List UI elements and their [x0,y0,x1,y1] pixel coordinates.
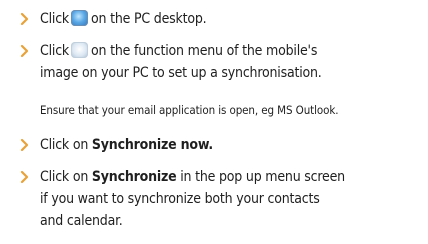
instruction-step-1: Click on the PC desktop. [20,8,420,30]
step-4-lead: Click on [40,169,89,185]
step-2-line-2: image on your PC to set up a synchronisa… [40,65,322,81]
step-4-line-3: and calendar. [40,213,123,229]
step-4-tail: in the pop up menu screen [180,169,345,185]
step-3-lead: Click on [40,137,89,153]
instruction-step-3: Click on Synchronize now. [20,134,420,156]
chevron-bullet-icon [20,44,30,62]
step-1-lead: Click [40,11,70,27]
note-text: Ensure that your email application is op… [40,103,339,117]
step-4-bold: Synchronize [91,169,177,185]
step-2-lead: Click [40,43,70,59]
step-2-tail: on the function menu of the mobile's [91,43,318,59]
instruction-step-4: Click on Synchronize in the pop up menu … [20,166,420,232]
step-4-line-2: if you want to synchronize both your con… [40,191,320,207]
chevron-bullet-icon [20,138,30,156]
chevron-bullet-icon [20,12,30,30]
instruction-step-2: Click on the function menu of the mobile'… [20,40,420,84]
step-1-tail: on the PC desktop. [91,11,207,27]
step-2-line-1: Click on the function menu of the mobile'… [40,40,420,62]
pc-suite-icon [71,10,89,26]
instruction-page: Click on the PC desktop. Click on the func… [0,0,428,244]
step-1-text: Click on the PC desktop. [40,8,420,30]
step-3-bold: Synchronize now. [91,137,213,153]
step-4-line-1: Click on Synchronize in the pop up menu … [40,166,420,188]
chevron-bullet-icon [20,170,30,188]
step-3-text: Click on Synchronize now. [40,134,420,156]
sync-icon [71,42,89,58]
